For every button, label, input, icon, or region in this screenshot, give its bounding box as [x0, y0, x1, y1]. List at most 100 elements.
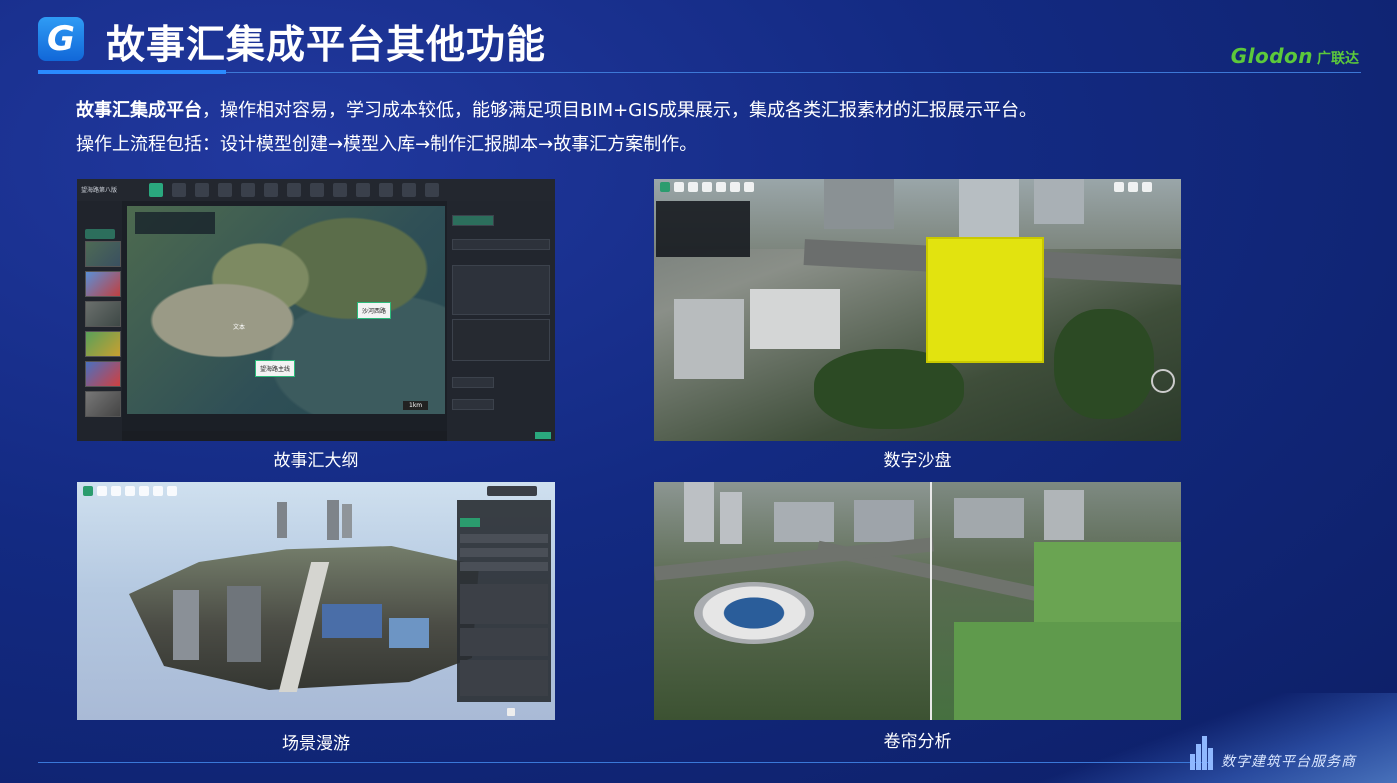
intro-description: ，操作相对容易，学习成本较低，能够满足项目BIM+GIS成果展示，集成各类汇报素… — [202, 100, 1037, 121]
intro-line-2: 操作上流程包括：设计模型创建→模型入库→制作汇报脚本→故事汇方案制作。 — [76, 134, 698, 155]
building — [824, 179, 894, 229]
tool-icon — [287, 183, 301, 197]
curtain-divider — [930, 482, 932, 720]
scene-properties-panel — [447, 201, 555, 441]
slide-thumbnail — [85, 271, 121, 297]
footer-slogan: 数字建筑平台服务商 — [1221, 754, 1356, 770]
panel-confirm-button — [535, 432, 551, 439]
building — [1044, 490, 1084, 540]
tool-icon — [310, 183, 324, 197]
map-label-wanghai-road: 望海路主线 — [255, 360, 296, 377]
map-text-label: 文本 — [233, 324, 246, 331]
slide: G 故事汇集成平台其他功能 Glodon 广联达 故事汇集成平台，操作相对容易，… — [0, 0, 1397, 783]
building — [277, 502, 287, 538]
search-box — [487, 486, 537, 496]
sidebar-action-button — [85, 229, 115, 239]
panel-row — [460, 562, 548, 571]
building — [1034, 179, 1084, 224]
roaming-settings-panel — [457, 500, 551, 702]
panel-field — [452, 265, 550, 315]
intro-text: 故事汇集成平台，操作相对容易，学习成本较低，能够满足项目BIM+GIS成果展示，… — [76, 94, 1037, 162]
tool-icon — [1128, 182, 1138, 192]
caption-roaming: 场景漫游 — [282, 734, 350, 754]
tool-icon — [1142, 182, 1152, 192]
building — [959, 179, 1019, 239]
slide-thumbnail — [85, 361, 121, 387]
panel-field — [452, 319, 550, 361]
panel-row — [460, 584, 548, 624]
editor-tool-group — [149, 183, 439, 197]
tool-icon — [379, 183, 393, 197]
editor-window-title: 望海路第八版 — [81, 187, 118, 194]
brand-logo: Glodon 广联达 — [1231, 44, 1359, 68]
tool-icon — [688, 182, 698, 192]
panel-row — [460, 660, 548, 696]
building — [327, 500, 339, 540]
building — [854, 500, 914, 542]
tool-icon — [702, 182, 712, 192]
tool-icon — [744, 182, 754, 192]
close-icon — [507, 708, 515, 716]
home-icon — [83, 486, 93, 496]
map-scale-bar: 1km — [403, 401, 429, 410]
panel-field — [452, 215, 494, 226]
caption-outline: 故事汇大纲 — [273, 451, 359, 471]
tool-icon — [1114, 182, 1124, 192]
tool-icon — [153, 486, 163, 496]
tool-icon — [356, 183, 370, 197]
panel-row — [460, 628, 548, 656]
satellite-map: 沙河西路 望海路主线 文本 1km — [127, 206, 445, 414]
building — [774, 502, 834, 542]
map-info-overlay — [135, 212, 215, 234]
building — [720, 492, 742, 544]
editor-toolbar: 望海路第八版 — [77, 179, 555, 201]
panel-row — [460, 534, 548, 543]
tool-icon — [402, 183, 416, 197]
panel-row — [460, 548, 548, 557]
tool-icon — [218, 183, 232, 197]
tool-icon — [111, 486, 121, 496]
stadium — [694, 582, 814, 644]
panel-field — [452, 399, 494, 410]
caption-sand-table: 数字沙盘 — [883, 451, 952, 471]
scene-tool-icon — [149, 183, 163, 197]
slide-thumbnail — [85, 241, 121, 267]
editor-status-bar — [122, 431, 447, 441]
slide-thumbnail — [85, 391, 121, 417]
building — [750, 289, 840, 349]
tool-icon — [730, 182, 740, 192]
building — [674, 299, 744, 379]
roaming-toolbar — [83, 486, 177, 496]
building-bars-icon — [1190, 736, 1214, 770]
building — [173, 590, 199, 660]
building-roof — [389, 618, 429, 648]
title-underline — [226, 72, 1361, 73]
tool-icon — [125, 486, 135, 496]
tool-icon — [167, 486, 177, 496]
compass-icon — [1151, 369, 1175, 393]
editor-outline-sidebar — [77, 201, 122, 441]
map-label-shahe-west-road: 沙河西路 — [357, 302, 392, 319]
tool-icon — [172, 183, 186, 197]
panel-field — [452, 239, 550, 250]
page-title: 故事汇集成平台其他功能 — [106, 23, 547, 68]
slide-thumbnail — [85, 301, 121, 327]
brand-name-cn: 广联达 — [1317, 51, 1359, 67]
building — [227, 586, 261, 662]
panel-field — [452, 377, 494, 388]
intro-platform-name: 故事汇集成平台 — [76, 100, 202, 121]
tool-icon — [241, 183, 255, 197]
highlighted-building — [926, 237, 1044, 363]
tool-icon — [333, 183, 347, 197]
tool-icon — [425, 183, 439, 197]
tool-icon — [264, 183, 278, 197]
footer-line — [38, 762, 1208, 763]
panel-row — [460, 518, 480, 527]
slide-thumbnail — [85, 331, 121, 357]
sand-table-screenshot — [654, 179, 1181, 441]
curtain-analysis-screenshot — [654, 482, 1181, 720]
green-area — [1034, 542, 1181, 622]
building — [342, 504, 352, 538]
home-icon — [660, 182, 670, 192]
title-underline-accent — [38, 70, 226, 74]
